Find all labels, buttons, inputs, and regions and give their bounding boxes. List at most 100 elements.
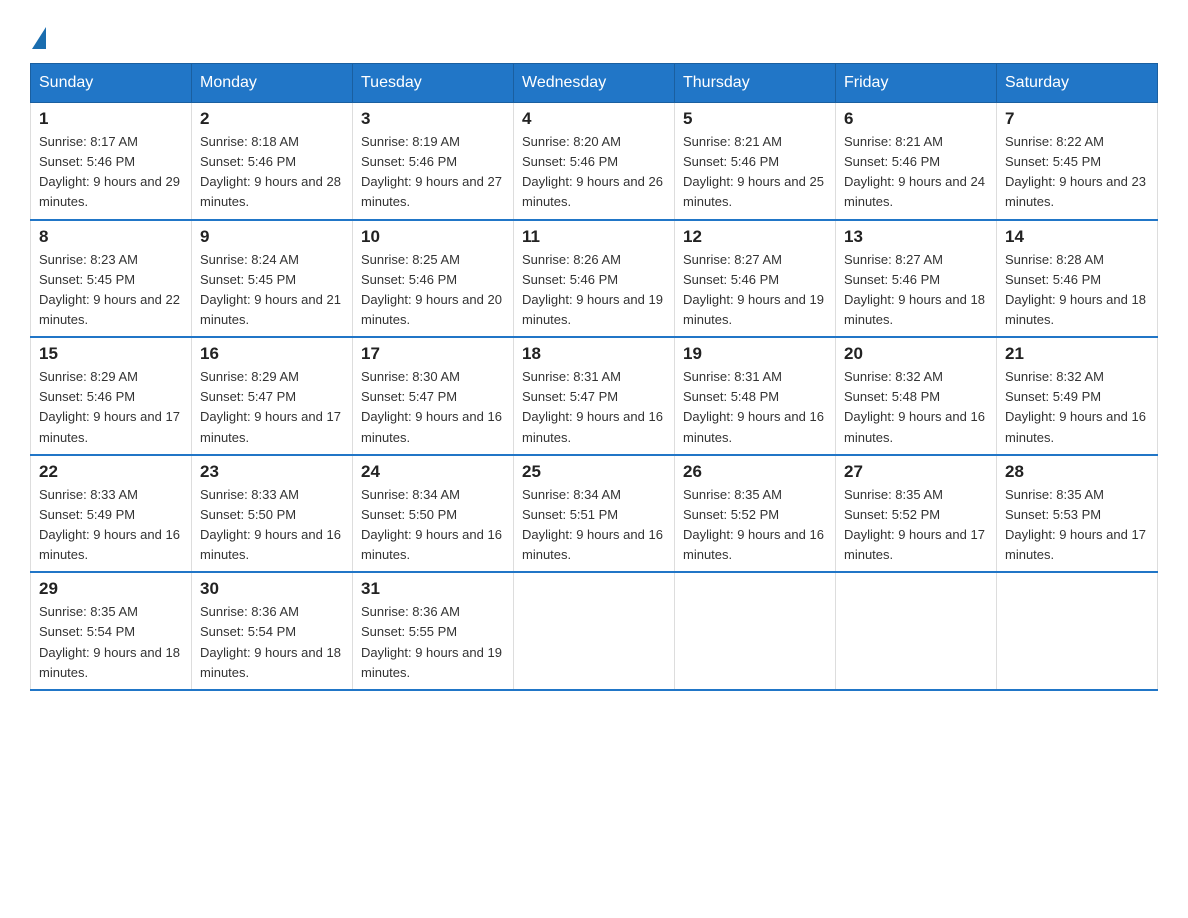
calendar-header-tuesday: Tuesday: [353, 64, 514, 103]
calendar-header-friday: Friday: [836, 64, 997, 103]
day-info: Sunrise: 8:36 AMSunset: 5:54 PMDaylight:…: [200, 604, 341, 679]
day-info: Sunrise: 8:26 AMSunset: 5:46 PMDaylight:…: [522, 252, 663, 327]
day-number: 7: [1005, 109, 1149, 129]
calendar-cell: 11 Sunrise: 8:26 AMSunset: 5:46 PMDayligh…: [514, 220, 675, 338]
day-info: Sunrise: 8:25 AMSunset: 5:46 PMDaylight:…: [361, 252, 502, 327]
calendar-week-row: 1 Sunrise: 8:17 AMSunset: 5:46 PMDaylight…: [31, 103, 1158, 220]
day-number: 27: [844, 462, 988, 482]
calendar-cell: 22 Sunrise: 8:33 AMSunset: 5:49 PMDayligh…: [31, 455, 192, 573]
day-info: Sunrise: 8:31 AMSunset: 5:48 PMDaylight:…: [683, 369, 824, 444]
day-number: 22: [39, 462, 183, 482]
calendar-cell: 3 Sunrise: 8:19 AMSunset: 5:46 PMDaylight…: [353, 103, 514, 220]
day-number: 5: [683, 109, 827, 129]
day-number: 8: [39, 227, 183, 247]
day-info: Sunrise: 8:32 AMSunset: 5:48 PMDaylight:…: [844, 369, 985, 444]
day-info: Sunrise: 8:23 AMSunset: 5:45 PMDaylight:…: [39, 252, 180, 327]
logo-triangle-icon: [32, 27, 46, 49]
calendar-header-saturday: Saturday: [997, 64, 1158, 103]
day-info: Sunrise: 8:33 AMSunset: 5:50 PMDaylight:…: [200, 487, 341, 562]
day-info: Sunrise: 8:20 AMSunset: 5:46 PMDaylight:…: [522, 134, 663, 209]
calendar-cell: 6 Sunrise: 8:21 AMSunset: 5:46 PMDaylight…: [836, 103, 997, 220]
day-info: Sunrise: 8:22 AMSunset: 5:45 PMDaylight:…: [1005, 134, 1146, 209]
day-info: Sunrise: 8:33 AMSunset: 5:49 PMDaylight:…: [39, 487, 180, 562]
day-number: 9: [200, 227, 344, 247]
calendar-header-sunday: Sunday: [31, 64, 192, 103]
day-number: 15: [39, 344, 183, 364]
day-number: 6: [844, 109, 988, 129]
day-number: 4: [522, 109, 666, 129]
calendar-week-row: 29 Sunrise: 8:35 AMSunset: 5:54 PMDayligh…: [31, 572, 1158, 690]
calendar-cell: [675, 572, 836, 690]
day-number: 3: [361, 109, 505, 129]
day-number: 18: [522, 344, 666, 364]
calendar-cell: 30 Sunrise: 8:36 AMSunset: 5:54 PMDayligh…: [192, 572, 353, 690]
calendar-cell: [836, 572, 997, 690]
calendar-cell: 12 Sunrise: 8:27 AMSunset: 5:46 PMDayligh…: [675, 220, 836, 338]
day-number: 26: [683, 462, 827, 482]
calendar-cell: 14Sunrise: 8:28 AMSunset: 5:46 PMDayligh…: [997, 220, 1158, 338]
day-number: 28: [1005, 462, 1149, 482]
day-info: Sunrise: 8:36 AMSunset: 5:55 PMDaylight:…: [361, 604, 502, 679]
calendar-cell: 16 Sunrise: 8:29 AMSunset: 5:47 PMDayligh…: [192, 337, 353, 455]
day-number: 10: [361, 227, 505, 247]
calendar-header-row: SundayMondayTuesdayWednesdayThursdayFrid…: [31, 64, 1158, 103]
day-number: 17: [361, 344, 505, 364]
day-number: 16: [200, 344, 344, 364]
calendar-cell: 29 Sunrise: 8:35 AMSunset: 5:54 PMDayligh…: [31, 572, 192, 690]
day-number: 1: [39, 109, 183, 129]
calendar-table: SundayMondayTuesdayWednesdayThursdayFrid…: [30, 63, 1158, 691]
calendar-cell: 10 Sunrise: 8:25 AMSunset: 5:46 PMDayligh…: [353, 220, 514, 338]
day-info: Sunrise: 8:21 AMSunset: 5:46 PMDaylight:…: [844, 134, 985, 209]
calendar-cell: [997, 572, 1158, 690]
calendar-cell: 21 Sunrise: 8:32 AMSunset: 5:49 PMDayligh…: [997, 337, 1158, 455]
calendar-cell: 1 Sunrise: 8:17 AMSunset: 5:46 PMDaylight…: [31, 103, 192, 220]
calendar-cell: 26 Sunrise: 8:35 AMSunset: 5:52 PMDayligh…: [675, 455, 836, 573]
calendar-cell: 4 Sunrise: 8:20 AMSunset: 5:46 PMDaylight…: [514, 103, 675, 220]
day-info: Sunrise: 8:29 AMSunset: 5:46 PMDaylight:…: [39, 369, 180, 444]
calendar-cell: 19Sunrise: 8:31 AMSunset: 5:48 PMDayligh…: [675, 337, 836, 455]
day-info: Sunrise: 8:27 AMSunset: 5:46 PMDaylight:…: [844, 252, 985, 327]
calendar-week-row: 15 Sunrise: 8:29 AMSunset: 5:46 PMDayligh…: [31, 337, 1158, 455]
page-header: [30, 20, 1158, 45]
calendar-cell: 2Sunrise: 8:18 AMSunset: 5:46 PMDaylight…: [192, 103, 353, 220]
day-number: 23: [200, 462, 344, 482]
calendar-cell: 28 Sunrise: 8:35 AMSunset: 5:53 PMDayligh…: [997, 455, 1158, 573]
day-info: Sunrise: 8:31 AMSunset: 5:47 PMDaylight:…: [522, 369, 663, 444]
day-info: Sunrise: 8:27 AMSunset: 5:46 PMDaylight:…: [683, 252, 824, 327]
calendar-cell: 31 Sunrise: 8:36 AMSunset: 5:55 PMDayligh…: [353, 572, 514, 690]
calendar-cell: 5 Sunrise: 8:21 AMSunset: 5:46 PMDaylight…: [675, 103, 836, 220]
day-info: Sunrise: 8:24 AMSunset: 5:45 PMDaylight:…: [200, 252, 341, 327]
day-info: Sunrise: 8:34 AMSunset: 5:50 PMDaylight:…: [361, 487, 502, 562]
day-number: 31: [361, 579, 505, 599]
day-info: Sunrise: 8:28 AMSunset: 5:46 PMDaylight:…: [1005, 252, 1146, 327]
day-number: 24: [361, 462, 505, 482]
calendar-header-monday: Monday: [192, 64, 353, 103]
day-info: Sunrise: 8:19 AMSunset: 5:46 PMDaylight:…: [361, 134, 502, 209]
calendar-cell: 7 Sunrise: 8:22 AMSunset: 5:45 PMDaylight…: [997, 103, 1158, 220]
calendar-cell: 9 Sunrise: 8:24 AMSunset: 5:45 PMDaylight…: [192, 220, 353, 338]
calendar-cell: 23 Sunrise: 8:33 AMSunset: 5:50 PMDayligh…: [192, 455, 353, 573]
day-info: Sunrise: 8:35 AMSunset: 5:53 PMDaylight:…: [1005, 487, 1146, 562]
day-number: 11: [522, 227, 666, 247]
day-info: Sunrise: 8:29 AMSunset: 5:47 PMDaylight:…: [200, 369, 341, 444]
day-info: Sunrise: 8:35 AMSunset: 5:52 PMDaylight:…: [683, 487, 824, 562]
day-number: 25: [522, 462, 666, 482]
day-number: 30: [200, 579, 344, 599]
day-number: 20: [844, 344, 988, 364]
day-info: Sunrise: 8:35 AMSunset: 5:54 PMDaylight:…: [39, 604, 180, 679]
day-info: Sunrise: 8:30 AMSunset: 5:47 PMDaylight:…: [361, 369, 502, 444]
calendar-cell: 20 Sunrise: 8:32 AMSunset: 5:48 PMDayligh…: [836, 337, 997, 455]
calendar-cell: 17 Sunrise: 8:30 AMSunset: 5:47 PMDayligh…: [353, 337, 514, 455]
day-info: Sunrise: 8:32 AMSunset: 5:49 PMDaylight:…: [1005, 369, 1146, 444]
day-info: Sunrise: 8:21 AMSunset: 5:46 PMDaylight:…: [683, 134, 824, 209]
calendar-cell: 13Sunrise: 8:27 AMSunset: 5:46 PMDayligh…: [836, 220, 997, 338]
day-number: 12: [683, 227, 827, 247]
calendar-cell: 25Sunrise: 8:34 AMSunset: 5:51 PMDayligh…: [514, 455, 675, 573]
calendar-cell: 24 Sunrise: 8:34 AMSunset: 5:50 PMDayligh…: [353, 455, 514, 573]
day-number: 21: [1005, 344, 1149, 364]
calendar-cell: 8 Sunrise: 8:23 AMSunset: 5:45 PMDaylight…: [31, 220, 192, 338]
day-number: 29: [39, 579, 183, 599]
day-number: 2: [200, 109, 344, 129]
day-info: Sunrise: 8:17 AMSunset: 5:46 PMDaylight:…: [39, 134, 180, 209]
calendar-week-row: 22 Sunrise: 8:33 AMSunset: 5:49 PMDayligh…: [31, 455, 1158, 573]
